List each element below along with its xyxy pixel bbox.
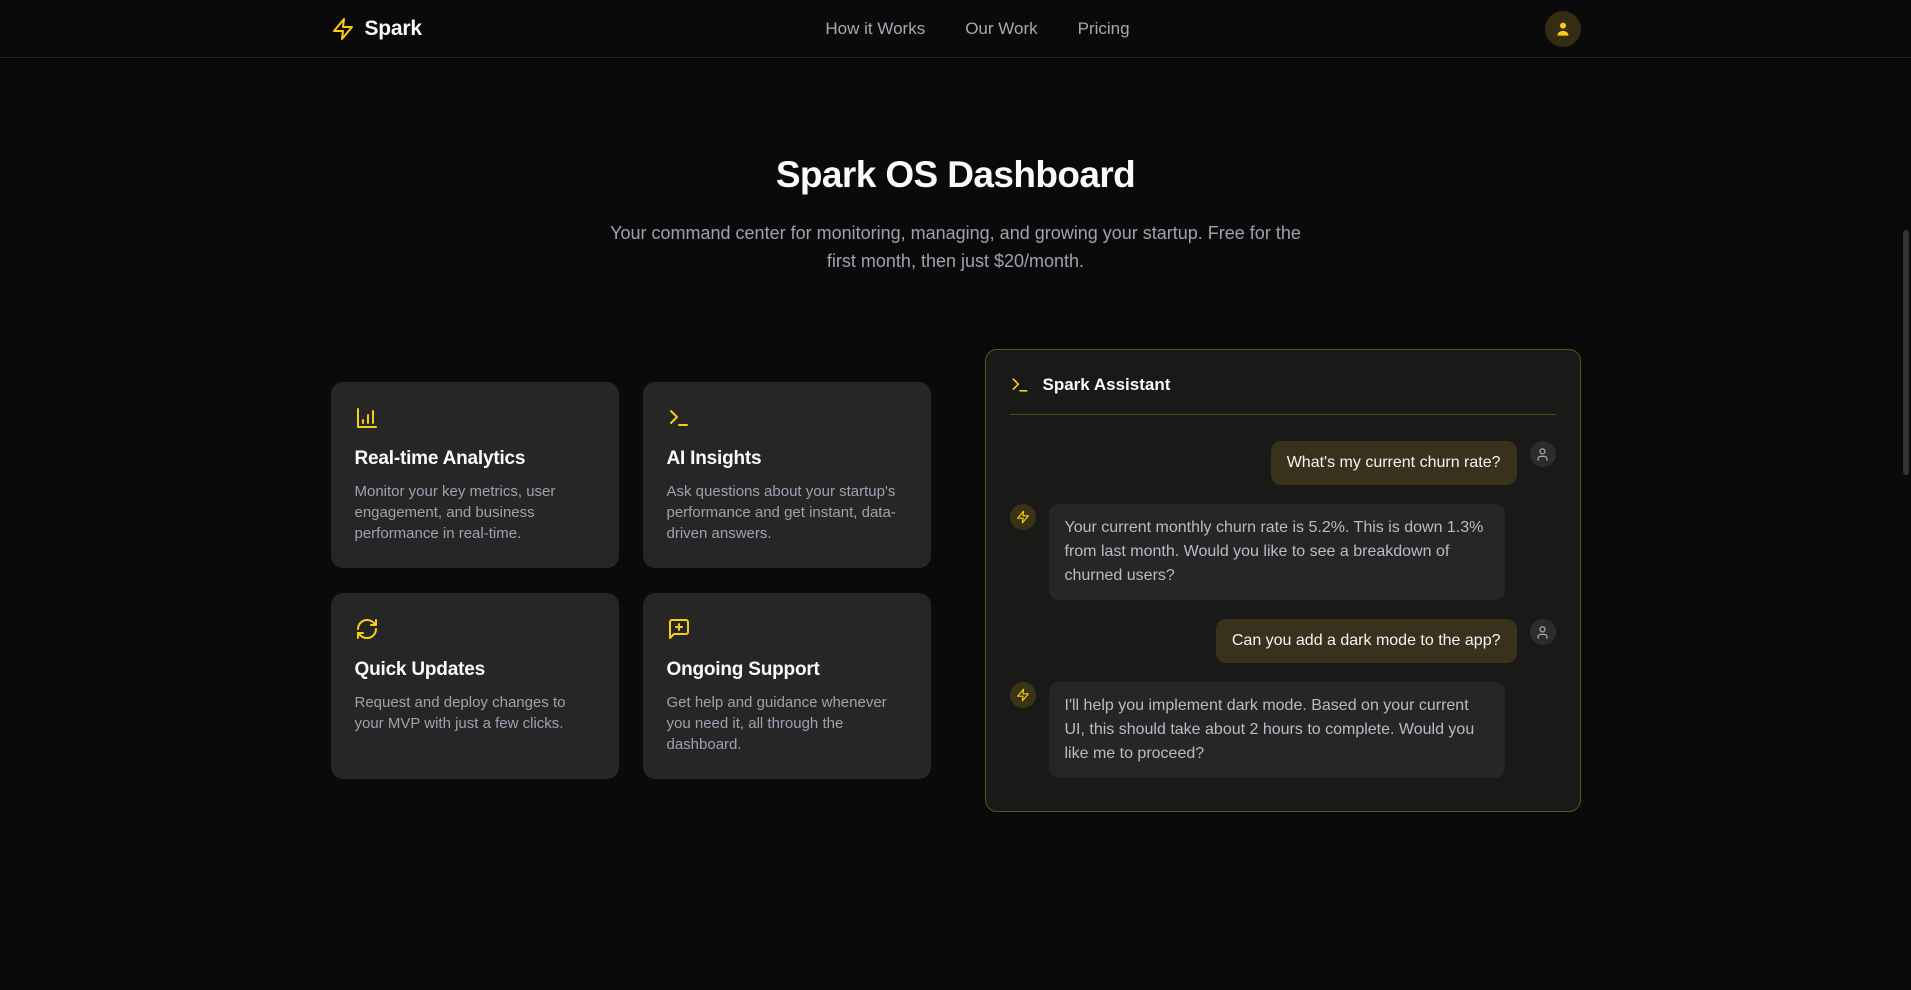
- feature-title: Quick Updates: [355, 659, 595, 681]
- nav-links: How it Works Our Work Pricing: [825, 19, 1129, 39]
- feature-title: Real-time Analytics: [355, 448, 595, 470]
- message-square-plus-icon: [667, 617, 907, 641]
- nav-link-how-it-works[interactable]: How it Works: [825, 19, 925, 39]
- assistant-message-bubble: Your current monthly churn rate is 5.2%.…: [1049, 504, 1505, 600]
- feature-card-quick-updates: Quick Updates Request and deploy changes…: [331, 593, 619, 779]
- assistant-message-bubble: I'll help you implement dark mode. Based…: [1049, 682, 1505, 778]
- user-message-bubble: Can you add a dark mode to the app?: [1216, 619, 1517, 663]
- terminal-icon: [667, 406, 907, 430]
- user-icon: [1530, 441, 1556, 467]
- features-grid: Real-time Analytics Monitor your key met…: [331, 382, 931, 779]
- feature-card-ongoing-support: Ongoing Support Get help and guidance wh…: [643, 593, 931, 779]
- zap-icon: [1010, 682, 1036, 708]
- chat-header: Spark Assistant: [986, 350, 1580, 414]
- page-title: Spark OS Dashboard: [0, 154, 1911, 196]
- feature-description: Get help and guidance whenever you need …: [667, 692, 907, 755]
- chat-message-user: What's my current churn rate?: [1010, 441, 1556, 485]
- feature-card-ai-insights: AI Insights Ask questions about your sta…: [643, 382, 931, 568]
- page-scrollbar-thumb[interactable]: [1903, 230, 1909, 475]
- chat-title: Spark Assistant: [1043, 375, 1171, 395]
- zap-icon: [331, 17, 355, 41]
- brand-name: Spark: [365, 17, 422, 41]
- chat-messages: What's my current churn rate? Your curre…: [986, 415, 1580, 802]
- spark-assistant-panel: Spark Assistant What's my current churn …: [985, 349, 1581, 812]
- feature-title: AI Insights: [667, 448, 907, 470]
- feature-description: Ask questions about your startup's perfo…: [667, 481, 907, 544]
- chat-message-assistant: Your current monthly churn rate is 5.2%.…: [1010, 504, 1556, 600]
- page-subtitle: Your command center for monitoring, mana…: [606, 219, 1306, 275]
- user-icon: [1530, 619, 1556, 645]
- nav-link-pricing[interactable]: Pricing: [1078, 19, 1130, 39]
- bar-chart-icon: [355, 406, 595, 430]
- zap-icon: [1010, 504, 1036, 530]
- feature-title: Ongoing Support: [667, 659, 907, 681]
- navbar: Spark How it Works Our Work Pricing: [0, 0, 1911, 58]
- feature-card-realtime-analytics: Real-time Analytics Monitor your key met…: [331, 382, 619, 568]
- user-message-bubble: What's my current churn rate?: [1271, 441, 1517, 485]
- chat-message-assistant: I'll help you implement dark mode. Based…: [1010, 682, 1556, 778]
- feature-description: Monitor your key metrics, user engagemen…: [355, 481, 595, 544]
- brand-logo[interactable]: Spark: [331, 17, 422, 41]
- chat-message-user: Can you add a dark mode to the app?: [1010, 619, 1556, 663]
- nav-link-our-work[interactable]: Our Work: [965, 19, 1037, 39]
- content-row: Real-time Analytics Monitor your key met…: [331, 349, 1581, 812]
- avatar-button[interactable]: [1545, 11, 1581, 47]
- hero-section: Spark OS Dashboard Your command center f…: [0, 154, 1911, 275]
- user-icon: [1553, 19, 1573, 39]
- refresh-cw-icon: [355, 617, 595, 641]
- feature-description: Request and deploy changes to your MVP w…: [355, 692, 595, 734]
- terminal-icon: [1010, 375, 1030, 395]
- navbar-inner: Spark How it Works Our Work Pricing: [331, 0, 1581, 57]
